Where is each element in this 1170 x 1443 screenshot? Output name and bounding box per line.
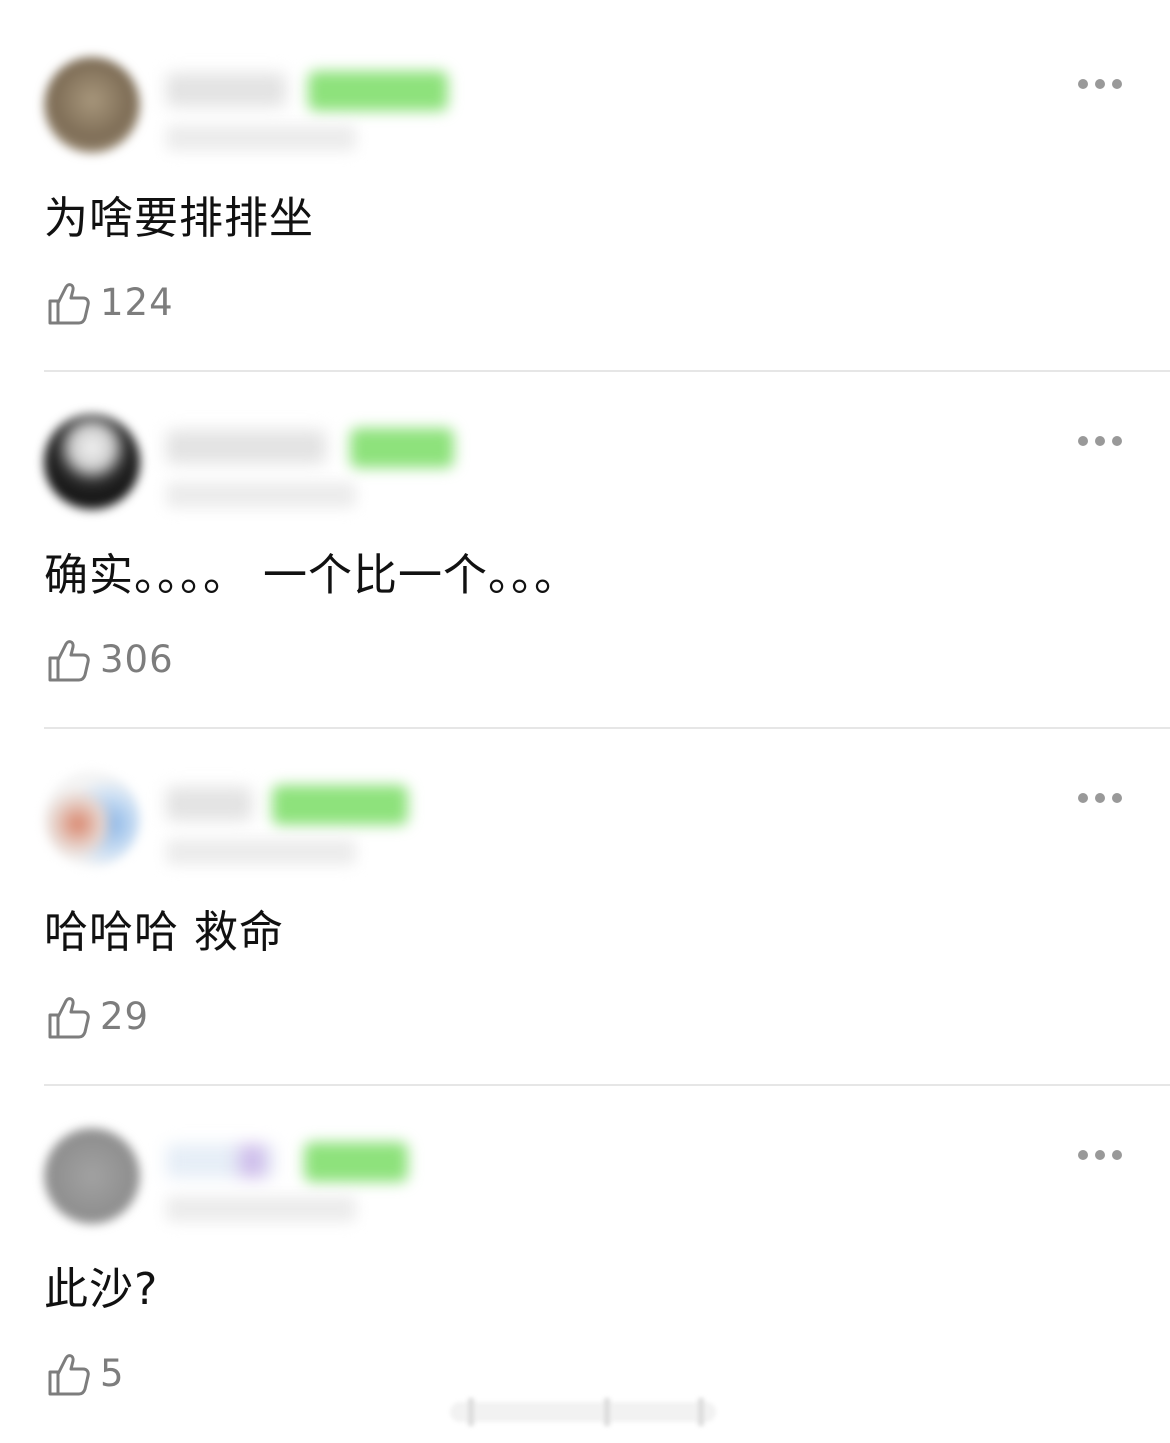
more-options-button[interactable] [1078, 787, 1122, 809]
comment-list: 为啥要排排坐 124 确实。。。。 一个比一个。。。 306 哈哈哈 救命 29… [0, 0, 1170, 1441]
username-redacted[interactable] [166, 787, 252, 821]
like-button[interactable]: 306 [44, 632, 174, 688]
more-dots-icon [1078, 79, 1088, 89]
comment-meta-redacted [166, 1196, 356, 1222]
avatar[interactable] [44, 57, 140, 153]
more-options-button[interactable] [1078, 1144, 1122, 1166]
comment-meta-redacted [166, 125, 356, 151]
watermark-overlay [450, 1394, 716, 1432]
user-badge-redacted [272, 785, 408, 825]
comment-meta-redacted [166, 839, 356, 865]
comment-text: 哈哈哈 救命 [44, 907, 284, 958]
like-count: 29 [100, 995, 150, 1038]
like-button[interactable]: 124 [44, 275, 174, 331]
user-badge-redacted [350, 428, 454, 468]
like-button[interactable]: 5 [44, 1346, 125, 1402]
comment-text: 为啥要排排坐 [44, 193, 314, 244]
thumbs-up-icon [48, 640, 90, 682]
more-dots-icon [1078, 1150, 1088, 1160]
username-redacted[interactable] [166, 430, 326, 464]
username-redacted[interactable] [166, 73, 286, 107]
thumbs-up-icon [48, 283, 90, 325]
avatar[interactable] [44, 771, 140, 867]
more-options-button[interactable] [1078, 73, 1122, 95]
avatar[interactable] [44, 1128, 140, 1224]
like-button[interactable]: 29 [44, 989, 149, 1045]
thumbs-up-icon [48, 1354, 90, 1396]
username-redacted[interactable] [166, 1144, 274, 1178]
user-badge-redacted [304, 1142, 408, 1182]
comment-meta-redacted [166, 482, 356, 508]
like-count: 124 [100, 281, 174, 324]
user-badge-redacted [308, 71, 448, 111]
more-dots-icon [1078, 793, 1088, 803]
like-count: 306 [100, 638, 174, 681]
avatar[interactable] [44, 414, 140, 510]
thumbs-up-icon [48, 997, 90, 1039]
more-options-button[interactable] [1078, 430, 1122, 452]
like-count: 5 [100, 1352, 125, 1395]
comment-item: 为啥要排排坐 124 [0, 15, 1170, 372]
comment-item: 此沙? 5 [0, 1086, 1170, 1443]
comment-text: 此沙? [44, 1264, 159, 1315]
comment-item: 哈哈哈 救命 29 [0, 729, 1170, 1086]
comment-item: 确实。。。。 一个比一个。。。 306 [0, 372, 1170, 729]
more-dots-icon [1078, 436, 1088, 446]
comment-text: 确实。。。。 一个比一个。。。 [44, 550, 579, 601]
